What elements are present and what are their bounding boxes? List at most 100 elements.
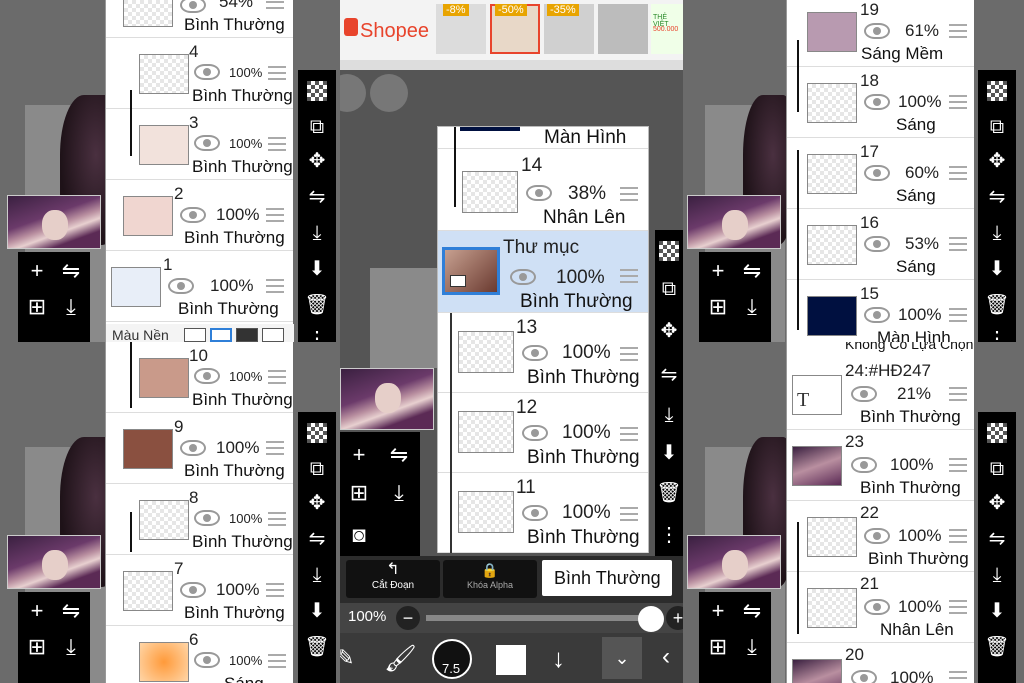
layer-row[interactable]: 6 100% Sáng	[106, 626, 293, 683]
drag-handle-icon[interactable]	[268, 370, 286, 384]
drag-handle-icon[interactable]	[949, 529, 967, 543]
trash-icon[interactable]: 🗑	[655, 476, 683, 510]
drag-handle-icon[interactable]	[949, 458, 967, 472]
camera-icon[interactable]: ◙	[342, 518, 376, 552]
add-layer-icon[interactable]: +	[20, 594, 54, 628]
redo-button[interactable]	[370, 74, 408, 112]
drag-handle-icon[interactable]	[268, 654, 286, 668]
drag-handle-icon[interactable]	[620, 187, 638, 201]
clipping-button[interactable]: ↰ Cắt Đoạn	[346, 560, 440, 598]
visibility-eye-icon[interactable]	[510, 269, 536, 285]
visibility-eye-icon[interactable]	[522, 425, 548, 441]
drag-handle-icon[interactable]	[268, 66, 286, 80]
new-layer-icon[interactable]: ⊞	[20, 290, 54, 324]
layer-row[interactable]: 16 53% Sáng	[787, 209, 974, 280]
drag-handle-icon[interactable]	[949, 671, 967, 683]
visibility-eye-icon[interactable]	[194, 64, 220, 80]
trash-icon[interactable]: 🗑	[978, 630, 1016, 664]
new-layer-icon[interactable]: ⊞	[342, 476, 376, 510]
flip-horizontal-icon[interactable]: ⇋	[735, 254, 769, 288]
merge-down-icon[interactable]: ⤓	[298, 558, 336, 592]
opacity-decrease-button[interactable]: −	[396, 606, 420, 630]
visibility-eye-icon[interactable]	[194, 135, 220, 151]
back-icon[interactable]: ‹	[662, 643, 670, 671]
move-icon[interactable]: ✥	[978, 486, 1016, 520]
bg-dark-swatch[interactable]	[236, 328, 258, 342]
merge-down-icon[interactable]: ⤓	[978, 216, 1016, 250]
collapse-icon[interactable]: ⌄	[602, 637, 642, 679]
brush-size-indicator[interactable]: 7.5	[432, 639, 472, 679]
visibility-eye-icon[interactable]	[851, 386, 877, 402]
transform-icon[interactable]: ⧉	[655, 272, 683, 306]
reference-thumbnail[interactable]	[687, 535, 781, 589]
drag-handle-icon[interactable]	[620, 269, 638, 283]
download-icon[interactable]: ⬇	[978, 594, 1016, 628]
drag-handle-icon[interactable]	[266, 583, 284, 597]
drag-handle-icon[interactable]	[620, 347, 638, 361]
visibility-eye-icon[interactable]	[864, 23, 890, 39]
download-icon[interactable]: ⬇	[298, 252, 336, 286]
visibility-eye-icon[interactable]	[864, 165, 890, 181]
layer-row[interactable]: 19 61% Sáng Mềm Mại	[787, 0, 974, 83]
drag-handle-icon[interactable]	[266, 208, 284, 222]
drag-handle-icon[interactable]	[949, 95, 967, 109]
visibility-eye-icon[interactable]	[864, 528, 890, 544]
drag-handle-icon[interactable]	[268, 137, 286, 151]
merge-icon[interactable]: ⤓	[382, 476, 416, 510]
drag-handle-icon[interactable]	[949, 237, 967, 251]
merge-icon[interactable]: ⤓	[54, 630, 88, 664]
brush-icon[interactable]: 🖌	[384, 643, 417, 674]
layer-row[interactable]: 18 100% Sáng	[787, 67, 974, 138]
visibility-eye-icon[interactable]	[180, 207, 206, 223]
bg-none-swatch[interactable]	[262, 328, 284, 342]
move-icon[interactable]: ✥	[298, 144, 336, 178]
checker-icon[interactable]	[655, 234, 683, 268]
more-icon[interactable]: ⋮	[655, 518, 683, 552]
layer-row[interactable]: 23 100% Bình Thường	[787, 430, 974, 501]
add-layer-icon[interactable]: +	[701, 254, 735, 288]
layer-row[interactable]: 17 60% Sáng	[787, 138, 974, 209]
visibility-eye-icon[interactable]	[864, 94, 890, 110]
merge-down-icon[interactable]: ⤓	[298, 216, 336, 250]
flip-horizontal-icon[interactable]: ⇋	[54, 594, 88, 628]
arrow-down-icon[interactable]: ↓	[552, 643, 565, 674]
new-layer-icon[interactable]: ⊞	[701, 290, 735, 324]
layer-row-text[interactable]: 24:#HĐ247 T 21% Bình Thường	[787, 359, 974, 430]
flip-icon[interactable]: ⇋	[978, 180, 1016, 214]
flip-horizontal-icon[interactable]: ⇋	[735, 594, 769, 628]
download-icon[interactable]: ⬇	[298, 594, 336, 628]
drag-handle-icon[interactable]	[949, 308, 967, 322]
merge-icon[interactable]: ⤓	[735, 290, 769, 324]
layer-row[interactable]: 22 100% Bình Thường	[787, 501, 974, 572]
move-icon[interactable]: ✥	[978, 144, 1016, 178]
new-layer-icon[interactable]: ⊞	[20, 630, 54, 664]
opacity-increase-button[interactable]: +	[666, 606, 683, 630]
checker-icon[interactable]	[298, 74, 336, 108]
trash-icon[interactable]: 🗑	[298, 630, 336, 664]
flip-icon[interactable]: ⇋	[298, 180, 336, 214]
layer-row[interactable]: 9 100% Bình Thường	[106, 413, 293, 484]
layer-row[interactable]: 8 100% Bình Thường	[106, 484, 293, 555]
visibility-eye-icon[interactable]	[194, 510, 220, 526]
bg-selected-swatch[interactable]	[210, 328, 232, 342]
transform-icon[interactable]: ⧉	[298, 452, 336, 486]
flip-icon[interactable]: ⇋	[978, 522, 1016, 556]
download-icon[interactable]: ⬇	[978, 252, 1016, 286]
new-layer-icon[interactable]: ⊞	[701, 630, 735, 664]
bg-white-swatch[interactable]	[184, 328, 206, 342]
visibility-eye-icon[interactable]	[522, 345, 548, 361]
drag-handle-icon[interactable]	[620, 427, 638, 441]
layer-row[interactable]: 15 100% Màn Hình	[787, 280, 974, 342]
blend-mode-select[interactable]: Bình Thường	[542, 560, 672, 596]
checker-icon[interactable]	[978, 416, 1016, 450]
merge-icon[interactable]: ⤓	[54, 290, 88, 324]
add-layer-icon[interactable]: +	[701, 594, 735, 628]
layer-row-folder[interactable]: Thư mục 100% Bình Thường	[438, 231, 648, 313]
trash-icon[interactable]: 🗑	[978, 288, 1016, 322]
add-layer-icon[interactable]: +	[20, 254, 54, 288]
more-icon[interactable]: ⋮	[298, 322, 336, 342]
eraser-icon[interactable]: ✎	[340, 645, 354, 671]
download-icon[interactable]: ⬇	[655, 436, 683, 470]
drag-handle-icon[interactable]	[266, 441, 284, 455]
visibility-eye-icon[interactable]	[526, 185, 552, 201]
